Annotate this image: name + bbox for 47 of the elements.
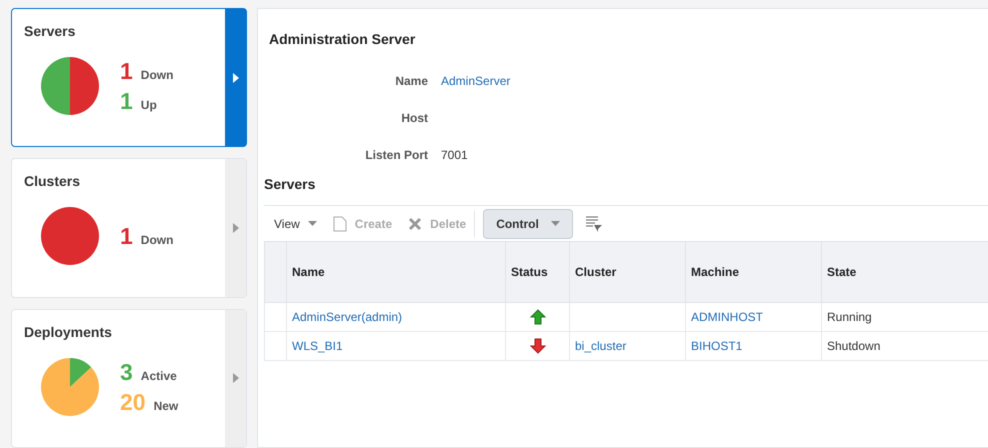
stat-label: Down — [140, 67, 174, 84]
stat-count: 1 — [120, 87, 133, 116]
summary-card[interactable]: Servers 1 Down 1 Up — [11, 8, 247, 148]
section-title: Administration Server — [269, 30, 416, 49]
card-expander[interactable] — [225, 159, 246, 297]
card-expander[interactable] — [225, 9, 246, 146]
field-label: Host — [400, 110, 428, 125]
field-link[interactable]: AdminServer — [441, 74, 510, 88]
stat-count: 1 — [120, 222, 133, 252]
table-cell: Running — [827, 310, 872, 324]
field-label: Listen Port — [364, 147, 428, 162]
column-header[interactable]: State — [822, 242, 988, 302]
card-title: Servers — [24, 22, 76, 41]
triangle-icon — [232, 373, 238, 384]
summary-card[interactable]: Deployments 3 Active 20 New — [11, 308, 247, 448]
field-value: 7001 — [441, 148, 468, 162]
filter-icon — [584, 216, 603, 232]
column-header[interactable]: Name — [286, 242, 506, 302]
card-title: Clusters — [24, 172, 82, 192]
stat-count: 3 — [120, 358, 133, 387]
triangle-icon — [232, 222, 238, 233]
column-header[interactable]: Cluster — [570, 242, 686, 302]
caret-icon — [308, 221, 317, 226]
document-icon — [332, 216, 347, 232]
view-menu[interactable]: View — [266, 210, 325, 238]
machine-link[interactable]: BIHOST1 — [691, 339, 742, 353]
server-link[interactable]: WLS_BI1 — [292, 339, 343, 353]
up-arrow-icon — [530, 309, 546, 325]
stat-label: New — [154, 398, 178, 415]
caret-icon — [550, 221, 560, 226]
stat-count: 1 — [120, 57, 133, 86]
stat-label: Down — [140, 232, 174, 250]
column-header[interactable]: Status — [506, 242, 570, 302]
down-arrow-icon — [530, 338, 546, 354]
field-label: Name — [394, 73, 428, 88]
stat-label: Active — [140, 368, 177, 385]
triangle-icon — [232, 72, 238, 83]
card-expander[interactable] — [225, 310, 246, 447]
stat-count: 20 — [120, 388, 146, 417]
section-title: Servers — [264, 175, 316, 194]
stat-label: Up — [140, 97, 157, 114]
column-header[interactable]: Machine — [686, 242, 822, 302]
card-title: Deployments — [24, 322, 113, 342]
x-icon — [408, 216, 422, 230]
control-button[interactable]: Control — [483, 208, 573, 238]
table-cell: Shutdown — [827, 339, 880, 353]
summary-card[interactable]: Clusters 1 Down — [11, 158, 247, 298]
